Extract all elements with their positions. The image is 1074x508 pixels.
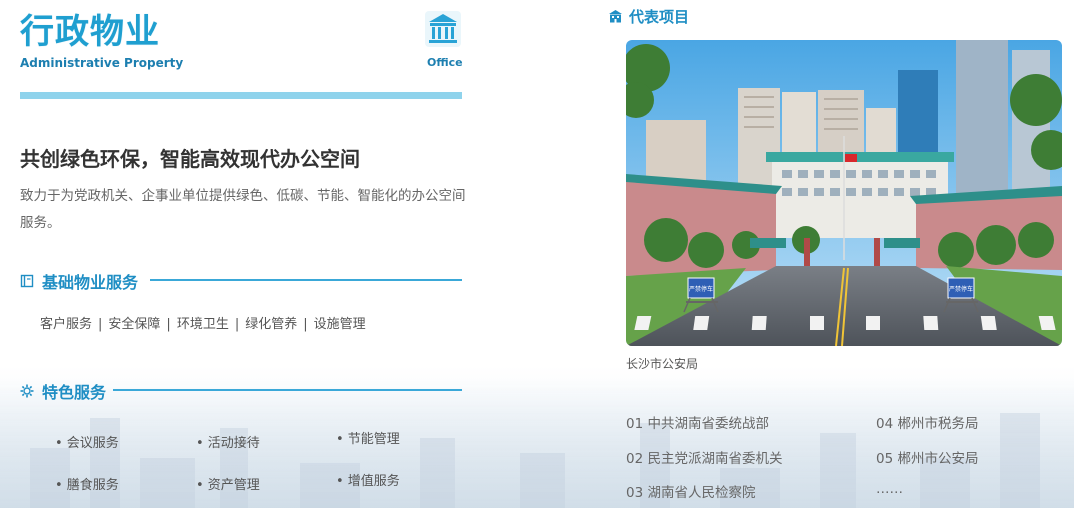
page-subtitle: Administrative Property	[20, 56, 184, 70]
project-list-item: 03 湖南省人民检察院	[626, 485, 756, 501]
basic-services-title: 基础物业服务	[42, 273, 139, 292]
building-icon	[425, 11, 461, 47]
project-list-more: ……	[876, 481, 903, 497]
projects-heading: 代表项目	[608, 6, 689, 27]
basic-services-heading: 基础物业服务	[20, 269, 138, 293]
project-photo: 严禁停车 严禁停车	[626, 40, 1062, 346]
featured-service-item: • 活动接待	[196, 436, 260, 451]
projects-title: 代表项目	[629, 8, 690, 26]
city-backdrop	[0, 378, 1074, 508]
project-list-item: 05 郴州市公安局	[876, 451, 979, 467]
gear-icon	[20, 384, 34, 398]
page-title: 行政物业	[20, 12, 160, 52]
featured-services-title: 特色服务	[42, 383, 107, 402]
featured-service-item: • 会议服务	[55, 436, 119, 451]
project-list-item: 01 中共湖南省委统战部	[626, 416, 769, 432]
basic-services-list: 客户服务 | 安全保障 | 环境卫生 | 绿化管养 | 设施管理	[40, 317, 366, 332]
featured-services-heading: 特色服务	[20, 379, 106, 403]
book-icon	[20, 274, 34, 288]
header-divider-bar	[20, 92, 462, 99]
office-label: Office	[427, 56, 463, 69]
project-list-item: 04 郴州市税务局	[876, 416, 979, 432]
basic-service-item: 客户服务	[40, 317, 93, 332]
basic-service-item: 安全保障	[108, 317, 161, 332]
basic-service-item: 环境卫生	[176, 317, 229, 332]
basic-services-line	[150, 279, 462, 281]
headline: 共创绿色环保，智能高效现代办公空间	[20, 147, 360, 171]
photo-sign-left: 严禁停车	[689, 285, 713, 293]
featured-service-item: • 膳食服务	[55, 478, 119, 493]
photo-caption: 长沙市公安局	[626, 357, 699, 371]
project-photo-illustration: 严禁停车 严禁停车	[626, 40, 1062, 346]
basic-service-item: 绿化管养	[245, 317, 298, 332]
project-list-item: 02 民主党派湖南省委机关	[626, 451, 783, 467]
featured-service-item: • 资产管理	[196, 478, 260, 493]
featured-service-item: • 节能管理	[336, 432, 400, 447]
featured-services-line	[113, 389, 462, 391]
featured-service-item: • 增值服务	[336, 474, 400, 489]
basic-service-item: 设施管理	[313, 317, 366, 332]
building-icon	[609, 10, 622, 23]
intro-text: 致力于为党政机关、企事业单位提供绿色、低碳、节能、智能化的办公空间服务。	[20, 188, 466, 231]
photo-sign-right: 严禁停车	[949, 285, 973, 293]
